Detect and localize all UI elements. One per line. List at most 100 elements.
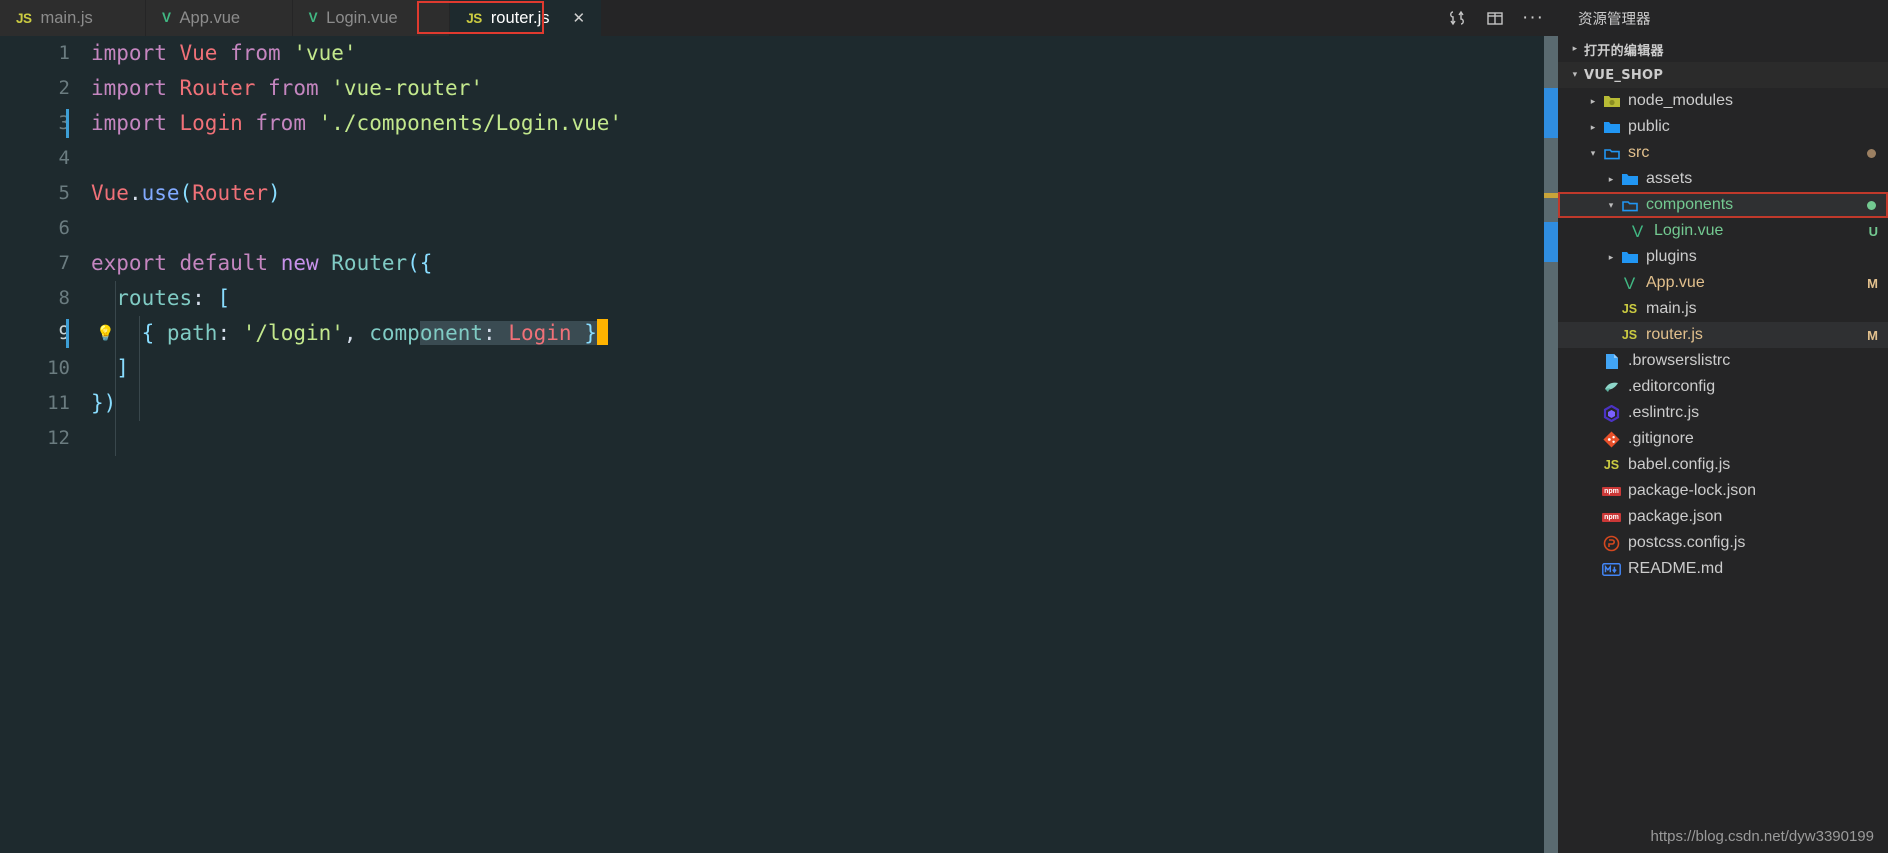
page-watermark-sidebar: https://blog.csdn.net/dyw3390199 — [1650, 828, 1875, 845]
git-icon — [1602, 430, 1621, 449]
folder-open-icon — [1602, 144, 1621, 163]
tree-item-label: components — [1646, 196, 1734, 213]
code-editor[interactable]: 1 import Vue from 'vue' 2 import Router … — [0, 36, 1544, 853]
tree-item-readme[interactable]: README.md — [1558, 556, 1888, 582]
git-status-badge — [1867, 200, 1876, 210]
folder-icon — [1620, 170, 1639, 189]
folder-node-icon — [1602, 92, 1621, 111]
tree-item-plugins[interactable]: plugins — [1558, 244, 1888, 270]
tab-label: router.js — [490, 8, 550, 27]
section-open-editors[interactable]: 打开的编辑器 — [1558, 36, 1888, 62]
git-status-badge: U — [1868, 223, 1878, 239]
chevron-right-icon[interactable] — [1584, 96, 1602, 107]
tree-item-label: package-lock.json — [1628, 482, 1757, 499]
chevron-right-icon[interactable] — [1584, 122, 1602, 133]
code-line-active: 9 💡 { path: '/login', component: Login } — [0, 316, 1544, 351]
tree-item-label: plugins — [1646, 248, 1697, 265]
js-file-icon: JS — [1621, 302, 1638, 316]
chevron-right-icon[interactable] — [1602, 174, 1620, 185]
indent-guide — [115, 281, 116, 456]
tree-item-src[interactable]: src — [1558, 140, 1888, 166]
tree-item-gitignore[interactable]: .gitignore — [1558, 426, 1888, 452]
close-icon[interactable]: ✕ — [573, 11, 586, 26]
code-line: 6 — [0, 211, 1544, 246]
line-marker — [66, 319, 69, 348]
chevron-right-icon[interactable] — [1602, 252, 1620, 263]
split-editor-icon[interactable] — [1476, 0, 1514, 36]
tree-item-package-lock[interactable]: npm package-lock.json — [1558, 478, 1888, 504]
js-file-icon: JS — [1603, 458, 1620, 472]
tab-label: main.js — [40, 8, 93, 27]
chevron-down-icon — [1566, 70, 1584, 80]
section-label: VUE_SHOP — [1584, 67, 1664, 83]
line-number: 5 — [58, 182, 70, 204]
tree-item-label: postcss.config.js — [1628, 534, 1746, 551]
more-actions-icon[interactable]: ··· — [1514, 0, 1552, 36]
tree-item-app-vue[interactable]: V App.vue M — [1558, 270, 1888, 296]
tree-item-browserslistrc[interactable]: .browserslistrc — [1558, 348, 1888, 374]
tree-item-label: .browserslistrc — [1628, 352, 1731, 369]
tree-item-main-js[interactable]: JS main.js — [1558, 296, 1888, 322]
tree-item-editorconfig[interactable]: .editorconfig — [1558, 374, 1888, 400]
tree-item-login-vue[interactable]: V Login.vue U — [1558, 218, 1888, 244]
markdown-icon — [1602, 560, 1621, 579]
tree-item-assets[interactable]: assets — [1558, 166, 1888, 192]
tab-main-js[interactable]: JS main.js ✕ — [0, 0, 146, 36]
tree-item-label: public — [1628, 118, 1670, 135]
line-number: 4 — [58, 147, 70, 169]
section-vue-shop[interactable]: VUE_SHOP — [1558, 62, 1888, 88]
editor-tab-bar: JS main.js ✕ V App.vue ✕ V Login.vue ✕ J… — [0, 0, 1432, 36]
tree-item-eslintrc[interactable]: .eslintrc.js — [1558, 400, 1888, 426]
line-number: 6 — [58, 217, 70, 239]
js-file-icon: JS — [1621, 328, 1638, 342]
tree-item-node_modules[interactable]: node_modules — [1558, 88, 1888, 114]
section-label: 打开的编辑器 — [1584, 43, 1664, 59]
code-line: 8 routes: [ — [0, 281, 1544, 316]
code-line: 12 — [0, 421, 1544, 456]
tree-item-package-json[interactable]: npm package.json — [1558, 504, 1888, 530]
tree-item-label: node_modules — [1628, 92, 1733, 109]
tree-item-postcss-config[interactable]: postcss.config.js — [1558, 530, 1888, 556]
code-line: 5 Vue.use(Router) — [0, 176, 1544, 211]
chevron-down-icon[interactable] — [1602, 200, 1620, 211]
line-number: 2 — [58, 77, 70, 99]
line-number: 12 — [47, 427, 70, 449]
chevron-down-icon[interactable] — [1584, 148, 1602, 159]
line-marker — [66, 109, 69, 138]
vue-file-icon: V — [308, 10, 318, 26]
tree-item-router-js[interactable]: JS router.js M — [1558, 322, 1888, 348]
tree-item-label: assets — [1646, 170, 1693, 187]
postcss-icon — [1602, 534, 1621, 553]
tab-login-vue[interactable]: V Login.vue ✕ — [292, 0, 451, 36]
tree-item-label: src — [1628, 144, 1650, 161]
tree-item-label: Login.vue — [1654, 222, 1724, 239]
npm-icon: npm — [1602, 486, 1621, 496]
vscode-window: JS main.js ✕ V App.vue ✕ V Login.vue ✕ J… — [0, 0, 1888, 853]
code-line: 3 import Login from './components/Login.… — [0, 106, 1544, 141]
line-number: 10 — [47, 357, 70, 379]
vue-file-icon: V — [1623, 273, 1636, 293]
tree-item-label: package.json — [1628, 508, 1723, 525]
tab-app-vue[interactable]: V App.vue ✕ — [146, 0, 293, 36]
text-file-icon — [1602, 352, 1621, 371]
tree-item-label: README.md — [1628, 560, 1724, 577]
vue-file-icon: V — [1631, 221, 1644, 241]
tree-item-babel-config[interactable]: JS babel.config.js — [1558, 452, 1888, 478]
editor-scrollbar[interactable] — [1544, 36, 1558, 853]
tree-item-components[interactable]: components — [1558, 192, 1888, 218]
indent-guide — [139, 316, 140, 421]
code-line: 2 import Router from 'vue-router' — [0, 71, 1544, 106]
tree-item-label: main.js — [1646, 300, 1697, 317]
code-line: 1 import Vue from 'vue' — [0, 36, 1544, 71]
tree-item-public[interactable]: public — [1558, 114, 1888, 140]
tab-router-js[interactable]: JS router.js ✕ — [450, 0, 603, 36]
split-diff-icon[interactable] — [1438, 0, 1476, 36]
vue-file-icon: V — [162, 10, 171, 26]
tab-label: App.vue — [179, 8, 241, 27]
line-number: 7 — [58, 252, 70, 274]
explorer-title: 资源管理器 — [1558, 0, 1888, 36]
line-number: 11 — [47, 392, 70, 414]
npm-icon: npm — [1602, 512, 1621, 522]
line-number: 9 — [58, 322, 70, 344]
code-line: 4 — [0, 141, 1544, 176]
